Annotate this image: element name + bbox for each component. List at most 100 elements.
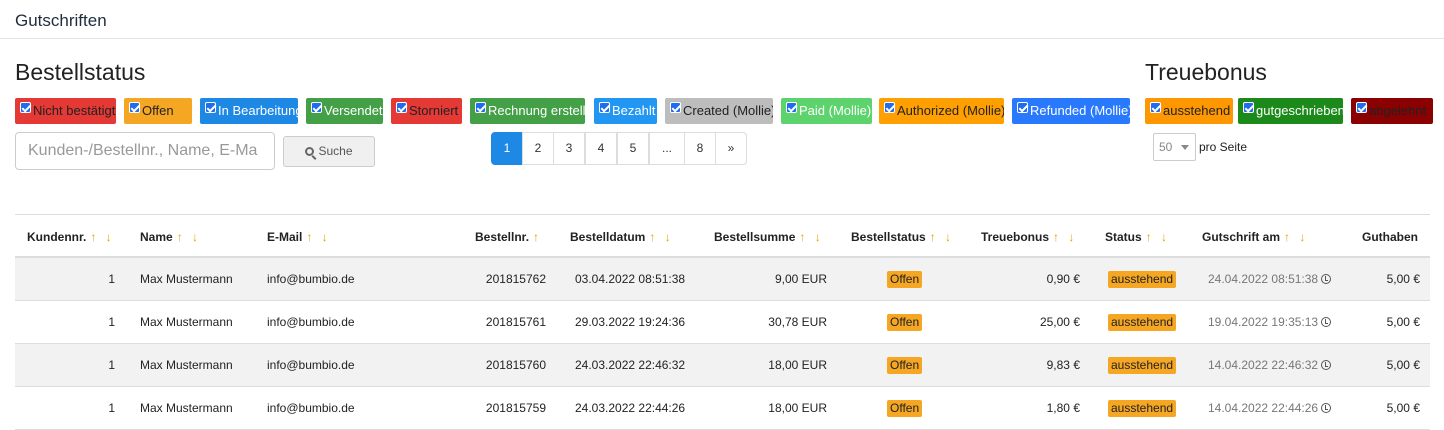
cell-gutschrift-am-text: 14.04.2022 22:46:32 [1208, 358, 1319, 372]
status-filter-created-mollie[interactable]: Created (Mollie) [665, 98, 773, 124]
status-filter-nicht-bestätigt[interactable]: Nicht bestätigt [15, 98, 116, 124]
sort-arrows-icon[interactable]: ↑ ↓ [799, 230, 823, 244]
status-filter-authorized-mollie[interactable]: Authorized (Mollie) [879, 98, 1004, 124]
checkbox-checked-icon[interactable] [884, 102, 895, 113]
cell-name-text: Max Mustermann [140, 315, 233, 329]
status-filter-in-bearbeitung[interactable]: In Bearbeitung [200, 98, 298, 124]
bonus-filter-abgelehnt[interactable]: abgelehnt [1351, 98, 1433, 124]
status-filter-rechnung-erstellt[interactable]: Rechnung erstellt [470, 98, 585, 124]
filter-badge-label: Paid (Mollie) [799, 103, 872, 118]
status-filter-refunded-mollie[interactable]: Refunded (Mollie) [1012, 98, 1130, 124]
table-row: 1 Max Mustermann info@bumbio.de 201815761 29… [15, 301, 1430, 344]
cell-bestellnr-text: 201815759 [485, 401, 546, 415]
sort-arrows-icon[interactable]: ↑ ↓ [1284, 230, 1308, 244]
column-header-label: Bestellsumme [714, 230, 796, 244]
status-filter-paid-mollie[interactable]: Paid (Mollie) [781, 98, 872, 124]
column-header-e-mail[interactable]: E-Mail ↑ ↓ [267, 230, 331, 244]
sort-arrows-icon[interactable]: ↑ ↓ [177, 230, 201, 244]
status-filter-offen[interactable]: Offen [124, 98, 192, 124]
page-2[interactable]: 2 [522, 132, 554, 165]
order-status-filter: Nicht bestätigt Offen In Bearbeitung Versen… [15, 98, 1130, 124]
checkbox-checked-icon[interactable] [599, 102, 610, 113]
table-header: Kundennr. ↑ ↓ Name ↑ ↓ E-Mail ↑ ↓ Bestellnr. ↑ B… [15, 214, 1430, 258]
checkbox-checked-icon[interactable] [1243, 102, 1254, 113]
checkbox-checked-icon[interactable] [311, 102, 322, 113]
cell-status-badge: ausstehend [1108, 271, 1177, 288]
cell-guthaben: 5,00 € [1387, 358, 1420, 372]
cell-kundennr: 1 [108, 401, 115, 415]
checkbox-checked-icon[interactable] [786, 102, 797, 113]
column-header-treuebonus[interactable]: Treuebonus ↑ ↓ [981, 230, 1077, 244]
status-filter-bezahlt[interactable]: Bezahlt [594, 98, 657, 124]
sort-arrows-icon[interactable]: ↑ ↓ [649, 230, 673, 244]
cell-status-badge: ausstehend [1108, 357, 1177, 374]
cell-treuebonus: 9,83 € [1047, 358, 1080, 372]
page-8[interactable]: 8 [684, 132, 716, 165]
search-button[interactable]: Suche [283, 136, 375, 167]
cell-gutschrift-am-text: 24.04.2022 08:51:38 [1208, 272, 1319, 286]
cell-bestelldatum-text: 24.03.2022 22:44:26 [575, 401, 686, 415]
cell-kundennr-text: 1 [108, 272, 115, 286]
page-next-button[interactable]: » [715, 132, 747, 165]
cell-guthaben-text: 5,00 € [1386, 272, 1420, 286]
cell-bestellsumme: 18,00 EUR [768, 401, 827, 415]
checkbox-checked-icon[interactable] [396, 102, 407, 113]
column-header-bestelldatum[interactable]: Bestelldatum ↑ ↓ [570, 230, 674, 244]
sort-arrows-icon[interactable]: ↑ ↓ [306, 230, 330, 244]
cell-bestellsumme: 9,00 EUR [775, 272, 827, 286]
cell-guthaben: 5,00 € [1387, 272, 1420, 286]
status-filter-storniert[interactable]: Storniert [391, 98, 462, 124]
page-4[interactable]: 4 [585, 132, 617, 165]
status-filter-versendet[interactable]: Versendet [306, 98, 383, 124]
sort-arrows-icon[interactable]: ↑ ↓ [930, 230, 954, 244]
filter-badge-label: Bezahlt [612, 103, 656, 118]
sort-arrows-icon[interactable]: ↑ [533, 230, 542, 244]
cell-treuebonus-text: 0,90 € [1046, 272, 1080, 286]
cell-e-mail: info@bumbio.de [267, 272, 355, 286]
column-header-label: Bestellstatus [851, 230, 926, 244]
column-header-label: Gutschrift am [1202, 230, 1281, 244]
checkbox-checked-icon[interactable] [1017, 102, 1028, 113]
bonus-filter-ausstehend[interactable]: ausstehend [1145, 98, 1233, 124]
cell-bestellsumme-text: 18,00 EUR [768, 401, 827, 415]
cell-guthaben-text: 5,00 € [1386, 401, 1420, 415]
cell-bestellstatus-badge: Offen [887, 271, 923, 288]
cell-bestellnr: 201815759 [486, 401, 546, 415]
column-header-guthaben[interactable]: Guthaben [1362, 230, 1418, 244]
page-title: Gutschriften [15, 11, 107, 30]
per-page-select[interactable]: 50 [1153, 133, 1196, 161]
page-3[interactable]: 3 [553, 132, 585, 165]
checkbox-checked-icon[interactable] [20, 102, 31, 113]
cell-bestellsumme: 18,00 EUR [768, 358, 827, 372]
checkbox-checked-icon[interactable] [129, 102, 140, 113]
page-1[interactable]: 1 [491, 132, 523, 165]
cell-bestellnr-text: 201815761 [485, 315, 546, 329]
cell-name: Max Mustermann [140, 401, 233, 415]
search-input[interactable]: Kunden-/Bestellnr., Name, E-Ma [15, 132, 275, 170]
cell-name-text: Max Mustermann [140, 401, 233, 415]
page-ellipsis: ... [649, 132, 685, 165]
column-header-bestellstatus[interactable]: Bestellstatus ↑ ↓ [851, 230, 954, 244]
column-header-bestellnr[interactable]: Bestellnr. ↑ [475, 230, 542, 244]
checkbox-checked-icon[interactable] [1356, 102, 1367, 113]
sort-arrows-icon[interactable]: ↑ ↓ [90, 230, 114, 244]
checkbox-checked-icon[interactable] [475, 102, 486, 113]
cell-bestellnr-text: 201815760 [485, 358, 546, 372]
page-5[interactable]: 5 [617, 132, 649, 165]
checkbox-checked-icon[interactable] [1150, 102, 1161, 113]
top-bar: Gutschriften [0, 0, 1444, 39]
column-header-gutschrift-am[interactable]: Gutschrift am ↑ ↓ [1202, 230, 1308, 244]
column-header-bestellsumme[interactable]: Bestellsumme ↑ ↓ [714, 230, 824, 244]
sort-arrows-icon[interactable]: ↑ ↓ [1053, 230, 1077, 244]
sort-arrows-icon[interactable]: ↑ ↓ [1146, 230, 1170, 244]
column-header-label: Bestelldatum [570, 230, 646, 244]
column-header-kundennr[interactable]: Kundennr. ↑ ↓ [27, 230, 115, 244]
cell-name: Max Mustermann [140, 272, 233, 286]
cell-guthaben: 5,00 € [1387, 401, 1420, 415]
checkbox-checked-icon[interactable] [205, 102, 216, 113]
column-header-name[interactable]: Name ↑ ↓ [140, 230, 201, 244]
column-header-status[interactable]: Status ↑ ↓ [1105, 230, 1170, 244]
cell-bestellstatus-badge: Offen [887, 400, 923, 417]
bonus-filter-gutgeschrieben[interactable]: gutgeschrieben [1238, 98, 1343, 124]
checkbox-checked-icon[interactable] [670, 102, 681, 113]
